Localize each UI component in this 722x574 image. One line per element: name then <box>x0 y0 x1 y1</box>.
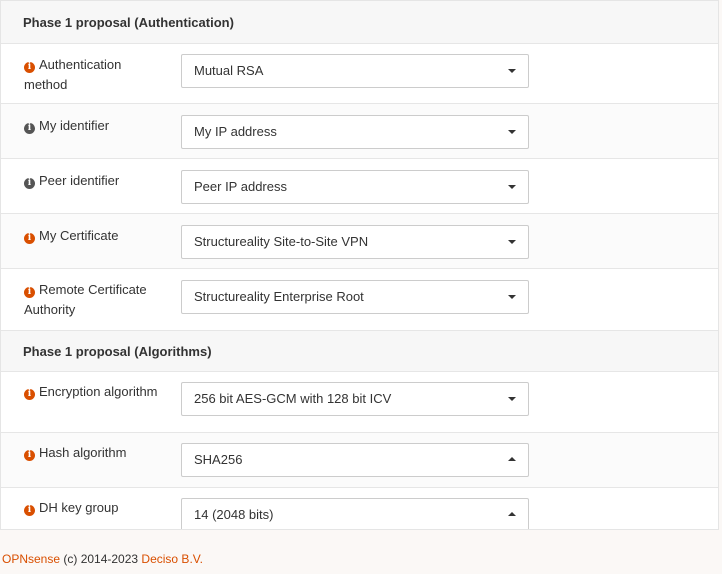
hash-algorithm-select[interactable]: SHA256 <box>181 443 529 477</box>
my-identifier-select[interactable]: My IP address <box>181 115 529 149</box>
opnsense-link[interactable]: OPNsense <box>2 552 60 566</box>
info-icon[interactable]: i <box>24 450 35 461</box>
row-encryption-algorithm: i Encryption algorithm 256 bit AES-GCM wi… <box>1 372 718 433</box>
page-footer: OPNsense (c) 2014-2023 Deciso B.V. <box>2 552 203 566</box>
field-label-authentication-method: i Authentication method <box>24 57 122 92</box>
section-title-algorithms: Phase 1 proposal (Algorithms) <box>23 344 212 359</box>
footer-copyright: (c) 2014-2023 <box>60 552 142 566</box>
info-icon[interactable]: i <box>24 178 35 189</box>
peer-identifier-select[interactable]: Peer IP address <box>181 170 529 204</box>
chevron-up-icon <box>508 457 516 461</box>
chevron-down-icon <box>508 185 516 189</box>
row-my-certificate: i My Certificate Structureality Site-to-S… <box>1 214 718 269</box>
remote-certificate-authority-select[interactable]: Structureality Enterprise Root <box>181 280 529 314</box>
chevron-down-icon <box>508 69 516 73</box>
row-authentication-method: i Authentication method Mutual RSA <box>1 44 718 104</box>
field-label-my-identifier: i My identifier <box>24 116 164 136</box>
field-label-encryption-algorithm: i Encryption algorithm <box>24 382 164 402</box>
field-label-dh-key-group: i DH key group <box>24 498 164 518</box>
row-hash-algorithm: i Hash algorithm SHA256 <box>1 433 718 488</box>
row-my-identifier: i My identifier My IP address <box>1 104 718 159</box>
my-certificate-select[interactable]: Structureality Site-to-Site VPN <box>181 225 529 259</box>
authentication-method-select[interactable]: Mutual RSA <box>181 54 529 88</box>
dh-key-group-select[interactable]: 14 (2048 bits) <box>181 498 529 529</box>
chevron-down-icon <box>508 130 516 134</box>
info-icon[interactable]: i <box>24 233 35 244</box>
chevron-up-icon <box>508 512 516 516</box>
field-label-my-certificate: i My Certificate <box>24 226 164 246</box>
field-label-remote-certificate-authority: i Remote Certificate Authority <box>24 282 147 317</box>
deciso-link[interactable]: Deciso B.V. <box>141 552 203 566</box>
info-icon[interactable]: i <box>24 287 35 298</box>
row-remote-certificate-authority: i Remote Certificate Authority Structurea… <box>1 269 718 331</box>
info-icon[interactable]: i <box>24 389 35 400</box>
chevron-down-icon <box>508 397 516 401</box>
chevron-down-icon <box>508 295 516 299</box>
row-dh-key-group: i DH key group 14 (2048 bits) <box>1 488 718 529</box>
row-peer-identifier: i Peer identifier Peer IP address <box>1 159 718 214</box>
section-header-algorithms: Phase 1 proposal (Algorithms) <box>1 331 718 372</box>
field-label-hash-algorithm: i Hash algorithm <box>24 443 164 463</box>
chevron-down-icon <box>508 240 516 244</box>
info-icon[interactable]: i <box>24 62 35 73</box>
encryption-algorithm-select[interactable]: 256 bit AES-GCM with 128 bit ICV <box>181 382 529 416</box>
field-label-peer-identifier: i Peer identifier <box>24 171 164 191</box>
section-header-authentication: Phase 1 proposal (Authentication) <box>1 1 718 44</box>
info-icon[interactable]: i <box>24 123 35 134</box>
ipsec-phase1-panel: Phase 1 proposal (Authentication) i Authe… <box>0 0 719 530</box>
section-title-authentication: Phase 1 proposal (Authentication) <box>23 15 234 30</box>
info-icon[interactable]: i <box>24 505 35 516</box>
